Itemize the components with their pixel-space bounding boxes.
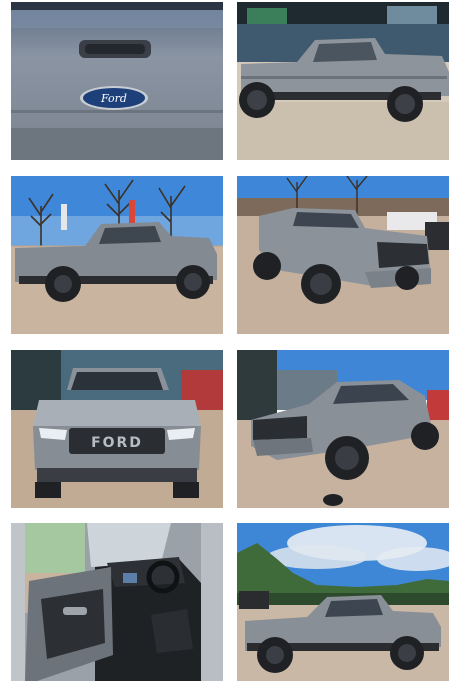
gallery-photo-front-left[interactable] — [237, 176, 449, 334]
front-left-photo-image — [237, 176, 449, 334]
gallery-photo-front-right[interactable] — [237, 350, 449, 508]
gallery-photo-tailgate[interactable]: Ford — [11, 2, 223, 160]
interior-photo-image — [11, 523, 223, 681]
gallery-photo-side-lot[interactable] — [237, 2, 449, 160]
photo-gallery: Ford FORD — [0, 0, 451, 681]
side-trees-photo-image — [11, 176, 223, 334]
front-photo-image: FORD — [11, 350, 223, 508]
ford-badge-text: Ford — [100, 92, 127, 105]
gallery-photo-front[interactable]: FORD — [11, 350, 223, 508]
gallery-photo-side-trees[interactable] — [11, 176, 223, 334]
grille-text: FORD — [91, 435, 143, 451]
front-right-photo-image — [237, 350, 449, 508]
gallery-photo-side-sky[interactable] — [237, 523, 449, 681]
side-lot-photo-image — [237, 2, 449, 160]
gallery-photo-interior[interactable] — [11, 523, 223, 681]
side-sky-photo-image — [237, 523, 449, 681]
tailgate-photo-image: Ford — [11, 2, 223, 160]
